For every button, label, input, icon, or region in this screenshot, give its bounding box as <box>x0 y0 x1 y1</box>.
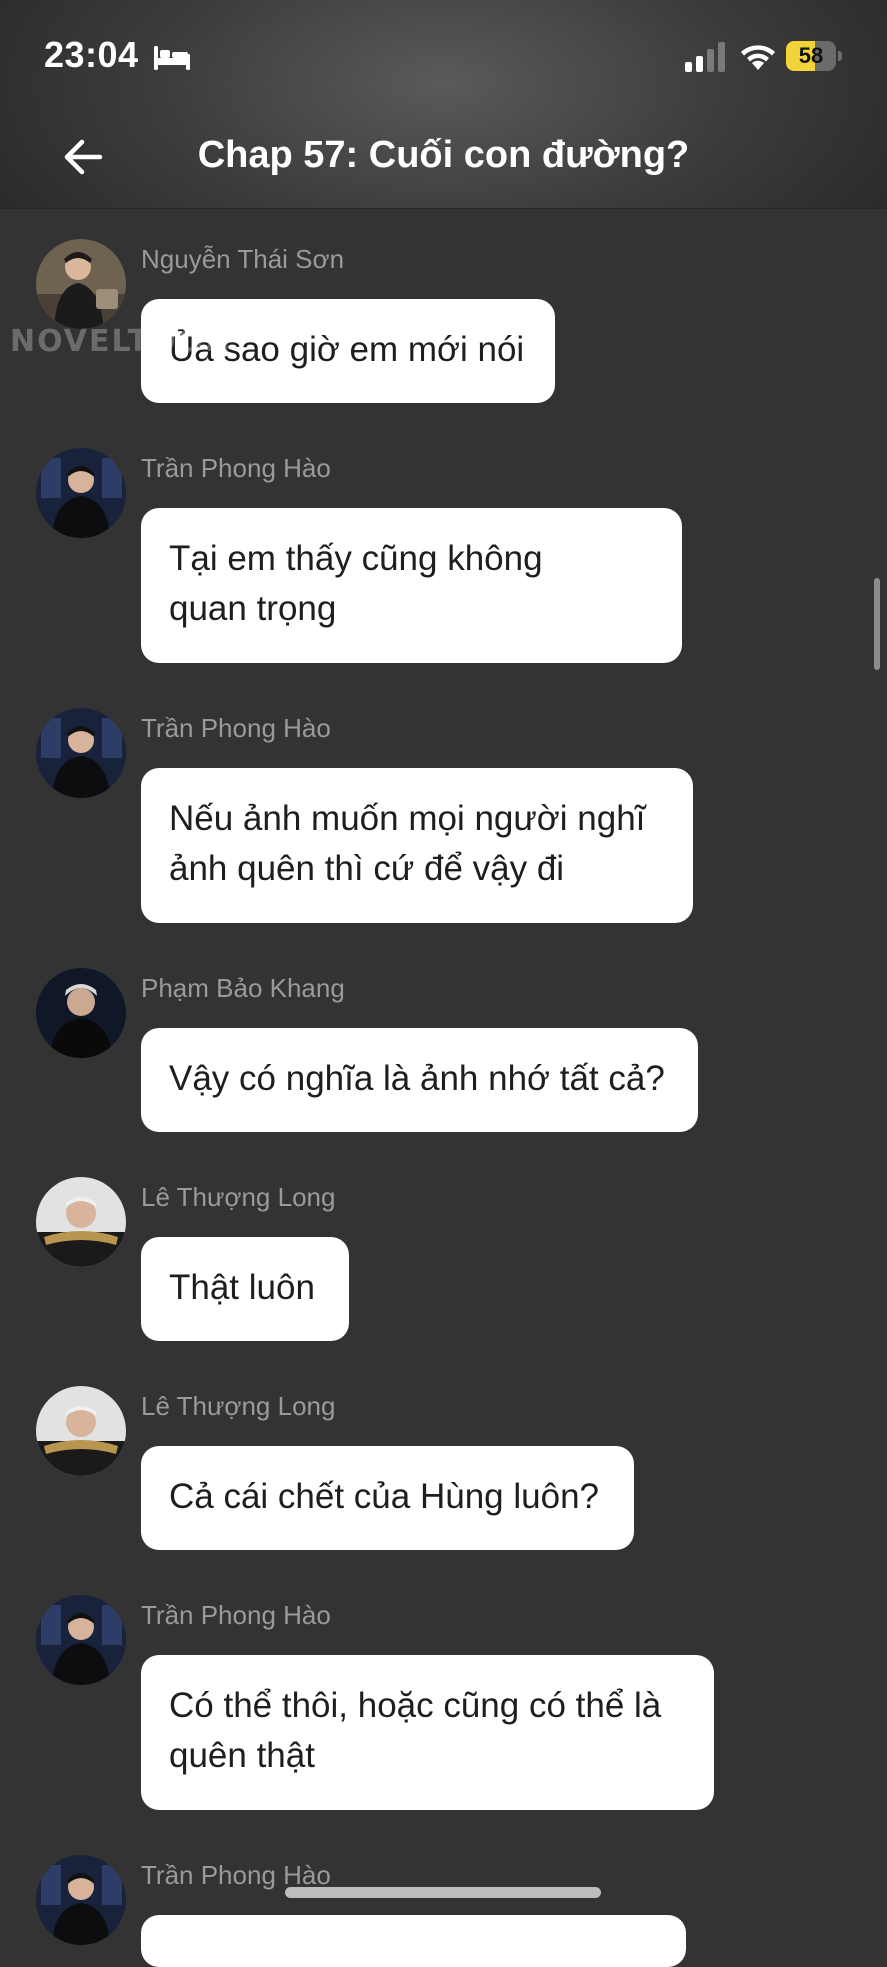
message-bubble: Thật luôn <box>141 1237 349 1341</box>
message-bubble: Cả cái chết của Hùng luôn? <box>141 1446 634 1550</box>
avatar[interactable] <box>36 448 126 538</box>
avatar[interactable] <box>36 708 126 798</box>
message-sender: Trần Phong Hào <box>141 453 331 483</box>
avatar[interactable] <box>36 1595 126 1685</box>
message-sender: Nguyễn Thái Sơn <box>141 244 345 274</box>
message-sender: Trần Phong Hào <box>141 713 331 743</box>
navigation-bar: Chap 57: Cuối con đường? <box>0 110 887 208</box>
home-indicator[interactable] <box>285 1887 601 1898</box>
message-sender: Trần Phong Hào <box>141 1600 331 1630</box>
top-bar: 23:04 58 Chap 57: Cuối con đường? <box>0 0 887 209</box>
message-sender: Lê Thượng Long <box>141 1391 336 1421</box>
message-sender: Lê Thượng Long <box>141 1182 336 1212</box>
message-bubble: Vậy có nghĩa là ảnh nhớ tất cả? <box>141 1028 698 1132</box>
wifi-icon <box>741 45 775 70</box>
battery-indicator: 58 <box>786 41 842 71</box>
message-bubble: Có thể thôi, hoặc cũng có thể là quên th… <box>141 1655 714 1810</box>
arrow-left-icon <box>64 139 103 175</box>
avatar[interactable] <box>36 1855 126 1945</box>
message-sender: Phạm Bảo Khang <box>141 973 345 1003</box>
avatar[interactable] <box>36 239 126 329</box>
back-button[interactable] <box>56 130 110 184</box>
message-bubble: Tại em thấy cũng không quan trọng <box>141 508 682 663</box>
battery-level: 58 <box>798 43 824 68</box>
status-bar: 23:04 58 <box>0 0 887 110</box>
scrollbar[interactable] <box>874 578 880 670</box>
watermark-logo: NOVELTOON <box>10 324 233 359</box>
page-title: Chap 57: Cuối con đường? <box>197 134 690 176</box>
avatar[interactable] <box>36 1177 126 1267</box>
message-bubble <box>141 1915 686 1967</box>
message-bubble: Nếu ảnh muốn mọi người nghĩ ảnh quên thì… <box>141 768 693 923</box>
status-time: 23:04 <box>44 34 139 75</box>
cellular-signal-icon <box>685 42 725 72</box>
avatar[interactable] <box>36 1386 126 1476</box>
bed-icon <box>154 46 190 70</box>
avatar[interactable] <box>36 968 126 1058</box>
